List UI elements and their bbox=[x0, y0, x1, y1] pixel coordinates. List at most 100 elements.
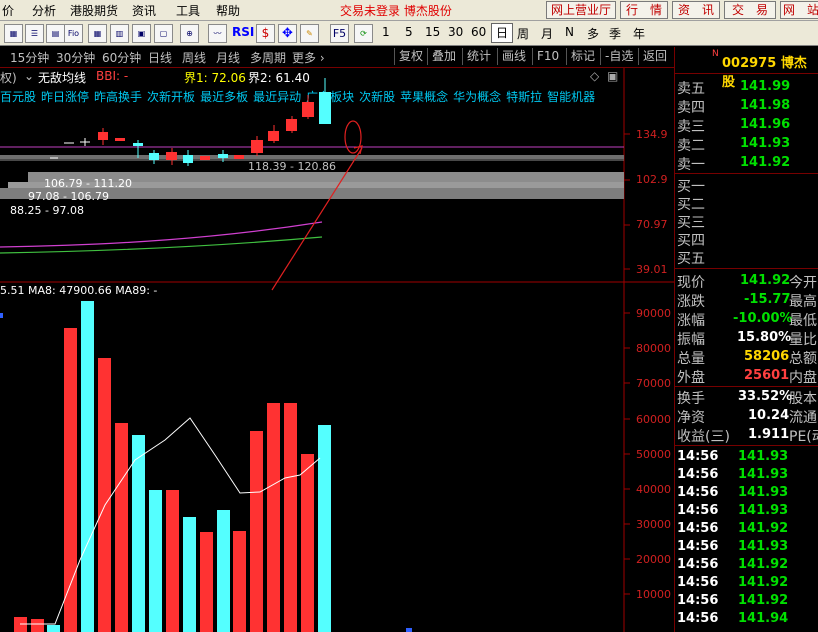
ask-price[interactable]: 141.93 bbox=[740, 136, 790, 151]
volume-axis-label: 40000 bbox=[636, 483, 671, 496]
stat-label: 最高 bbox=[789, 294, 817, 310]
volume-axis-label: 50000 bbox=[636, 448, 671, 461]
stat-label: 流通 bbox=[789, 410, 817, 426]
tick-price: 141.93 bbox=[738, 485, 789, 500]
stat-label: 量比 bbox=[789, 332, 817, 348]
volume-bar bbox=[301, 454, 314, 632]
volume-bar bbox=[115, 423, 128, 632]
volume-bar bbox=[31, 619, 44, 632]
volume-axis-label: 90000 bbox=[636, 307, 671, 320]
divider bbox=[674, 73, 818, 74]
edge-marker bbox=[0, 313, 3, 318]
ask-label: 卖二 bbox=[677, 138, 705, 154]
volume-bar bbox=[284, 403, 297, 632]
trade-button[interactable]: 交 易 bbox=[724, 1, 776, 19]
tick-time: 14:56 bbox=[677, 539, 719, 554]
ask-price[interactable]: 141.99 bbox=[740, 79, 790, 94]
bid-label: 买一 bbox=[677, 179, 705, 195]
bid-label: 买四 bbox=[677, 233, 705, 249]
tick-price: 141.92 bbox=[738, 575, 789, 590]
divider bbox=[674, 268, 818, 269]
bid-label: 买三 bbox=[677, 215, 705, 231]
volume-bar bbox=[47, 625, 60, 632]
stat-value: 58206 bbox=[744, 349, 790, 364]
tick-price: 141.94 bbox=[738, 611, 789, 626]
tick-price: 141.93 bbox=[738, 539, 789, 554]
stat-label: 外盘 bbox=[677, 370, 705, 386]
tick-time: 14:56 bbox=[677, 557, 719, 572]
stat-label: PE(动 bbox=[789, 429, 818, 445]
volume-axis-label: 10000 bbox=[636, 588, 671, 601]
volume-axis-label: 70000 bbox=[636, 377, 671, 390]
stat-value: -10.00% bbox=[733, 311, 793, 326]
tick-time: 14:56 bbox=[677, 449, 719, 464]
stat-label: 涨跌 bbox=[677, 294, 705, 310]
stat-label: 总量 bbox=[677, 351, 705, 367]
volume-bar bbox=[267, 403, 280, 632]
ask-label: 卖五 bbox=[677, 81, 705, 97]
stat-label: 内盘 bbox=[789, 370, 817, 386]
volume-bar bbox=[166, 490, 179, 632]
tick-price: 141.92 bbox=[738, 593, 789, 608]
stat-label: 收益(三) bbox=[677, 429, 730, 445]
volume-bar bbox=[217, 510, 230, 632]
stat-label: 最低 bbox=[789, 313, 817, 329]
tick-price: 141.93 bbox=[738, 467, 789, 482]
stat-label: 振幅 bbox=[677, 332, 705, 348]
website-button[interactable]: 网 站 bbox=[780, 1, 818, 19]
tick-price: 141.93 bbox=[738, 449, 789, 464]
tick-time: 14:56 bbox=[677, 485, 719, 500]
tick-time: 14:56 bbox=[677, 467, 719, 482]
volume-axis-label: 20000 bbox=[636, 553, 671, 566]
tick-price: 141.92 bbox=[738, 557, 789, 572]
volume-bar bbox=[64, 328, 77, 632]
stat-label: 总额 bbox=[789, 351, 817, 367]
divider bbox=[674, 386, 818, 387]
stat-value: 25601 bbox=[744, 368, 790, 383]
stat-value: 141.92 bbox=[740, 273, 791, 288]
volume-bar bbox=[98, 358, 111, 632]
edge-marker bbox=[406, 628, 412, 632]
tick-price: 141.93 bbox=[738, 503, 789, 518]
stat-label: 净资 bbox=[677, 410, 705, 426]
ask-price[interactable]: 141.92 bbox=[740, 155, 790, 170]
volume-axis-label: 30000 bbox=[636, 518, 671, 531]
tick-time: 14:56 bbox=[677, 521, 719, 536]
volume-bar bbox=[318, 425, 331, 632]
tick-time: 14:56 bbox=[677, 575, 719, 590]
stat-value: 33.52% bbox=[738, 389, 793, 404]
bid-label: 买二 bbox=[677, 197, 705, 213]
stat-label: 股本 bbox=[789, 391, 817, 407]
ask-label: 卖三 bbox=[677, 119, 705, 135]
tick-time: 14:56 bbox=[677, 593, 719, 608]
ask-price[interactable]: 141.98 bbox=[740, 98, 790, 113]
volume-chart[interactable] bbox=[0, 0, 674, 632]
stat-label: 今开 bbox=[789, 275, 817, 291]
tick-time: 14:56 bbox=[677, 611, 719, 626]
ask-label: 卖一 bbox=[677, 157, 705, 173]
volume-bar bbox=[183, 517, 196, 632]
volume-bar bbox=[81, 301, 94, 632]
volume-axis-label: 80000 bbox=[636, 342, 671, 355]
stat-label: 涨幅 bbox=[677, 313, 705, 329]
volume-bar bbox=[149, 490, 162, 632]
tick-time: 14:56 bbox=[677, 503, 719, 518]
ask-label: 卖四 bbox=[677, 100, 705, 116]
volume-bar bbox=[250, 431, 263, 632]
stat-label: 现价 bbox=[677, 275, 705, 291]
divider bbox=[674, 173, 818, 174]
volume-bar bbox=[200, 532, 213, 632]
news-button[interactable]: 资 讯 bbox=[672, 1, 720, 19]
stat-value: 15.80% bbox=[737, 330, 792, 345]
bid-label: 买五 bbox=[677, 251, 705, 267]
stat-value: 1.911 bbox=[748, 427, 790, 442]
divider bbox=[674, 445, 818, 446]
stat-value: 10.24 bbox=[748, 408, 790, 423]
stat-label: 换手 bbox=[677, 391, 705, 407]
volume-bar bbox=[132, 435, 145, 632]
ask-price[interactable]: 141.96 bbox=[740, 117, 790, 132]
volume-bars bbox=[14, 301, 331, 632]
volume-bar bbox=[233, 531, 246, 632]
volume-axis-label: 60000 bbox=[636, 413, 671, 426]
tick-price: 141.92 bbox=[738, 521, 789, 536]
